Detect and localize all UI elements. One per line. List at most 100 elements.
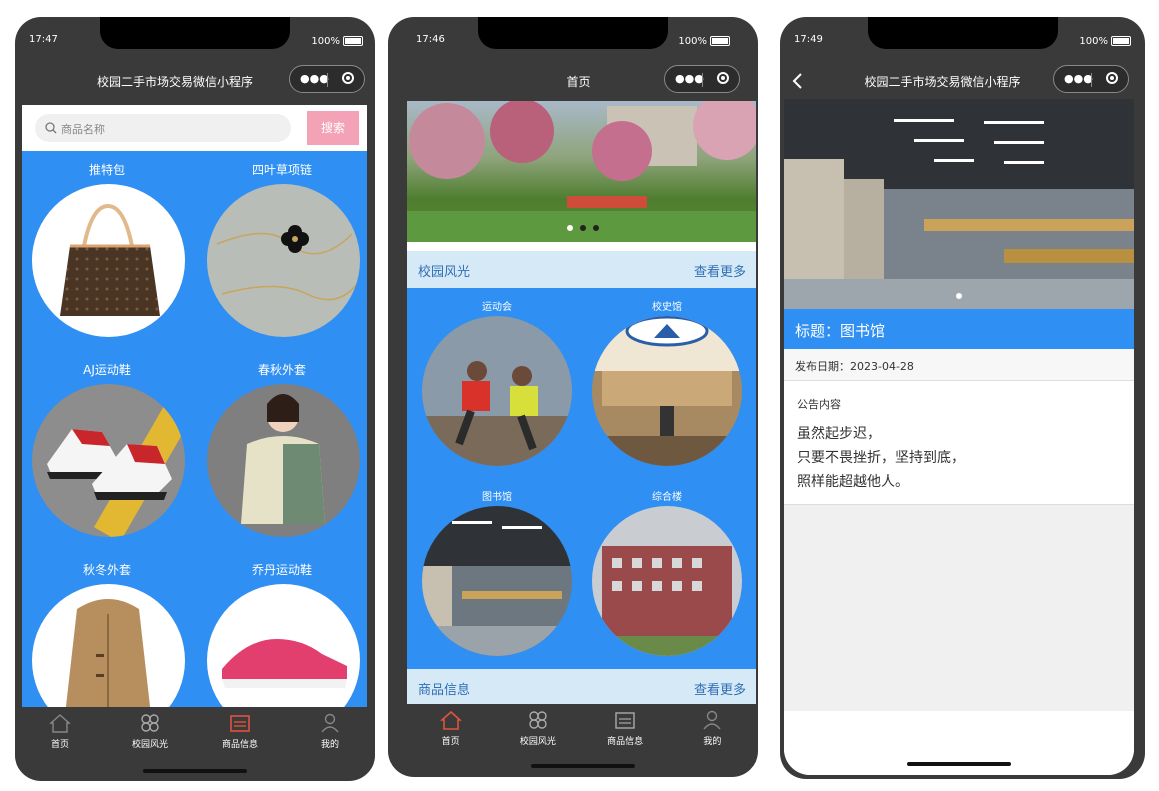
battery-icon [343,36,363,46]
tab-home[interactable]: 首页 [407,710,494,747]
scenery-image-museum[interactable] [592,316,742,466]
tab-home[interactable]: 首页 [15,713,105,750]
section-title: 商品信息 [418,683,471,698]
search-placeholder: 商品名称 [61,123,105,136]
building-photo [592,546,742,656]
tab-me[interactable]: 我的 [285,713,375,750]
close-miniprogram-icon[interactable] [342,72,354,84]
battery-icon [1111,36,1131,46]
view-more-link[interactable]: 查看更多 [694,261,746,280]
product-image-jacket[interactable] [207,384,360,537]
tab-label: 首页 [441,737,460,747]
grid-icon [529,711,547,729]
status-time: 17:49 [794,34,823,45]
view-more-link[interactable]: 查看更多 [694,679,746,698]
product-name: 秋冬外套 [82,563,131,577]
scenery-image-building[interactable] [592,506,742,656]
product-image-tote-bag[interactable] [32,184,185,337]
sneaker-icon [47,405,185,537]
product-grid: 推特包 四叶草项链 AJ运动鞋 春秋外套 秋冬外套 乔丹运动鞋 [22,151,367,737]
carousel-dot[interactable] [580,225,586,231]
tab-label: 我的 [320,740,339,750]
battery-percent: 100% [678,36,707,47]
publish-date: 发布日期：2023-04-28 [795,360,914,373]
tab-products[interactable]: 商品信息 [195,713,285,750]
notice-title: 标题：图书馆 [795,322,886,340]
home-icon [49,714,71,733]
date-row: 发布日期：2023-04-28 [784,349,1134,381]
tote-bag-icon [60,203,160,316]
carousel-dot[interactable] [956,293,962,299]
more-icon[interactable]: ●●● [1064,72,1093,85]
white-gap [407,242,756,251]
content-label: 公告内容 [797,398,841,411]
product-name: 春秋外套 [257,363,306,377]
more-icon[interactable]: ●●● [300,72,329,85]
home-indicator [143,769,247,773]
close-miniprogram-icon[interactable] [717,72,729,84]
product-name: AJ运动鞋 [83,363,131,377]
nav-bar: 校园二手市场交易微信小程序 ●●● [780,61,1145,101]
scenery-name: 综合楼 [652,492,682,503]
products-icon [615,712,635,729]
user-icon [703,710,721,730]
battery-indicator: 100% [678,36,730,47]
tab-scenery[interactable]: 校园风光 [494,710,581,747]
product-name: 乔丹运动鞋 [251,563,312,577]
status-time: 17:46 [416,34,445,45]
battery-icon [710,36,730,46]
section-title: 校园风光 [418,265,471,280]
tab-bar: 首页 校园风光 商品信息 我的 [407,704,756,766]
content-line: 只要不畏挫折，坚持到底， [797,450,965,466]
search-icon [45,122,57,134]
more-icon[interactable]: ●●● [675,72,704,85]
nav-bar: 校园二手市场交易微信小程序 ●●● [15,61,375,101]
grid-icon [141,714,159,732]
tab-products[interactable]: 商品信息 [582,710,669,747]
battery-percent: 100% [1079,36,1108,47]
tab-label: 校园风光 [131,740,168,750]
scenery-name: 校史馆 [652,302,682,313]
nav-bar: 首页 ●●● [407,61,750,101]
tab-label: 商品信息 [607,737,644,747]
tab-bar: 首页 校园风光 商品信息 我的 [15,707,375,769]
menu-capsule[interactable]: ●●● [1053,65,1129,93]
title-bar: 标题：图书馆 [784,309,1134,349]
tab-scenery[interactable]: 校园风光 [105,713,195,750]
carousel-dot[interactable] [593,225,599,231]
close-miniprogram-icon[interactable] [1106,72,1118,84]
tab-label: 首页 [50,740,69,750]
scenery-grid: 运动会 校史馆 图书馆 综合楼 [407,288,756,669]
library-banner[interactable] [784,99,1134,309]
battery-indicator: 100% [311,36,363,47]
tab-me[interactable]: 我的 [669,710,756,747]
products-icon [230,715,250,732]
scenery-image-sports[interactable] [422,316,572,466]
user-icon [321,713,339,733]
necklace-icon [216,225,358,301]
notch [478,17,668,49]
tab-label: 校园风光 [519,737,556,747]
product-name: 推特包 [88,163,125,177]
status-time: 17:47 [29,34,58,45]
campus-banner[interactable] [407,101,756,242]
jacket-icon [241,394,325,524]
library-photo [422,506,572,656]
search-row: 商品名称 搜索 [22,105,367,151]
scenery-image-library[interactable] [422,506,572,656]
product-image-necklace[interactable] [207,184,360,337]
carousel-dot[interactable] [567,225,573,231]
home-indicator [531,764,635,768]
menu-capsule[interactable]: ●●● [289,65,365,93]
detail-content: 标题：图书馆 发布日期：2023-04-28 公告内容 虽然起步迟， 只要不畏挫… [784,99,1134,775]
product-name: 四叶草项链 [251,163,312,177]
section-header-scenery: 校园风光 查看更多 [407,251,756,288]
product-image-sneakers[interactable] [32,384,185,537]
search-input[interactable]: 商品名称 [35,114,291,142]
museum-photo [592,316,742,466]
content-line: 虽然起步迟， [797,426,881,442]
home-icon [439,710,462,730]
menu-capsule[interactable]: ●●● [664,65,740,93]
battery-percent: 100% [311,36,340,47]
search-button[interactable]: 搜索 [307,111,359,145]
